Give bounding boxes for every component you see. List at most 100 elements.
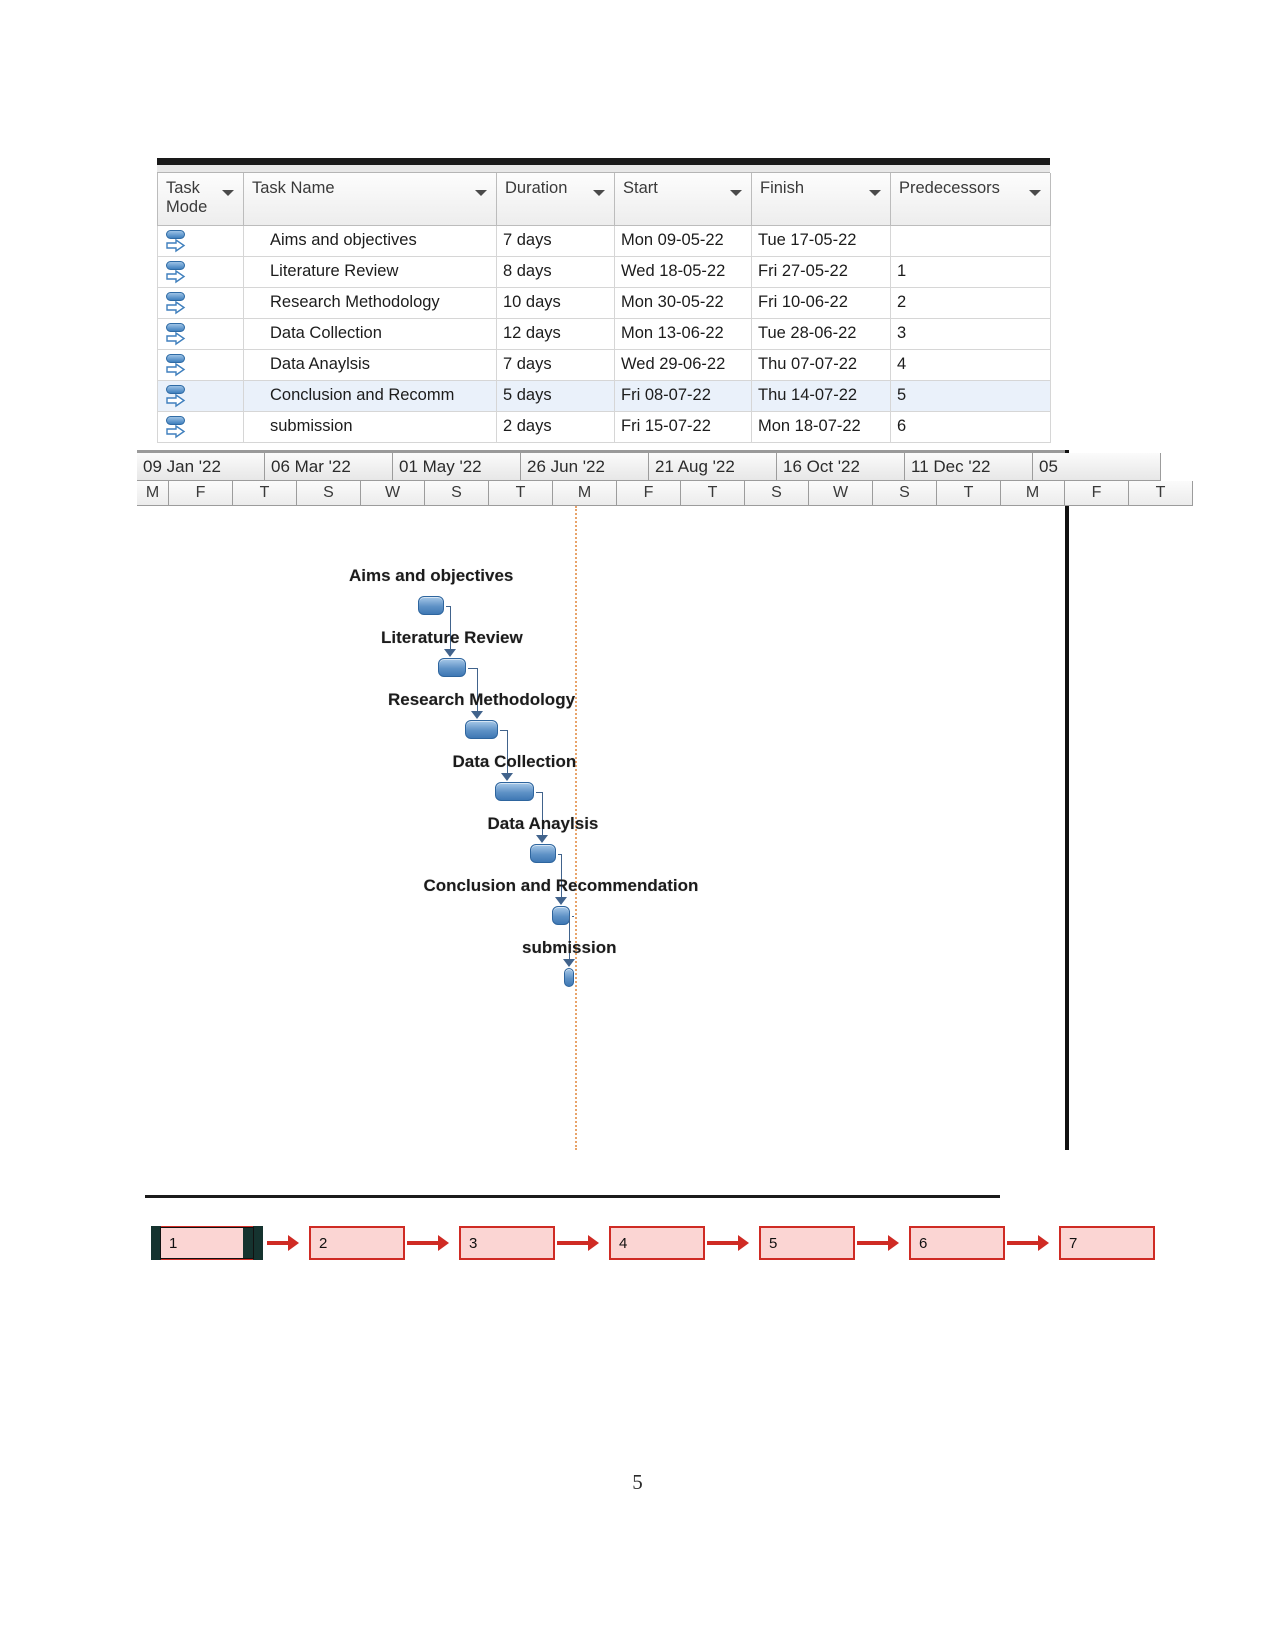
network-connector-arrow: [267, 1241, 288, 1245]
cell-finish[interactable]: Thu 14-07-22: [751, 380, 891, 412]
chevron-down-icon[interactable]: [475, 190, 487, 196]
column-header-duration[interactable]: Duration: [496, 173, 615, 226]
cell-predecessors[interactable]: [890, 225, 1051, 257]
gantt-bar[interactable]: [564, 968, 574, 987]
table-row[interactable]: submission 2 days Fri 15-07-22 Mon 18-07-22…: [157, 411, 1051, 443]
cell-task-name[interactable]: Literature Review: [243, 256, 497, 288]
cell-duration[interactable]: 7 days: [496, 225, 615, 257]
chevron-down-icon[interactable]: [222, 190, 234, 196]
table-row[interactable]: Data Collection 12 days Mon 13-06-22 Tue 28…: [157, 318, 1051, 350]
timeline-day-cell: T: [1129, 481, 1193, 506]
chevron-down-icon[interactable]: [593, 190, 605, 196]
task-mode-cell[interactable]: [157, 318, 244, 350]
network-node[interactable]: 7: [1059, 1226, 1155, 1260]
cell-start[interactable]: Wed 29-06-22: [614, 349, 752, 381]
cell-start[interactable]: Fri 15-07-22: [614, 411, 752, 443]
cell-finish[interactable]: Mon 18-07-22: [751, 411, 891, 443]
manually-scheduled-icon[interactable]: [164, 414, 194, 440]
column-header-task-name[interactable]: Task Name: [243, 173, 497, 226]
cell-finish[interactable]: Tue 28-06-22: [751, 318, 891, 350]
manually-scheduled-icon[interactable]: [164, 352, 194, 378]
task-mode-arrow: [166, 362, 186, 376]
cell-start[interactable]: Mon 13-06-22: [614, 318, 752, 350]
chevron-down-icon[interactable]: [1029, 190, 1041, 196]
timeline-day-cell: F: [1065, 481, 1129, 506]
cell-task-name[interactable]: Conclusion and Recomm: [243, 380, 497, 412]
cell-predecessors[interactable]: 2: [890, 287, 1051, 319]
cell-predecessors[interactable]: 1: [890, 256, 1051, 288]
network-node[interactable]: 6: [909, 1226, 1005, 1260]
task-mode-cell[interactable]: [157, 256, 244, 288]
cell-finish[interactable]: Tue 17-05-22: [751, 225, 891, 257]
network-node-label: 2: [319, 1234, 328, 1252]
cell-duration[interactable]: 12 days: [496, 318, 615, 350]
manually-scheduled-icon[interactable]: [164, 228, 194, 254]
cell-duration[interactable]: 2 days: [496, 411, 615, 443]
network-node[interactable]: 1: [151, 1226, 263, 1260]
gantt-bar[interactable]: [438, 658, 466, 677]
task-mode-arrow: [166, 393, 186, 407]
network-node[interactable]: 3: [459, 1226, 555, 1260]
manually-scheduled-icon[interactable]: [164, 259, 194, 285]
network-node[interactable]: 4: [609, 1226, 705, 1260]
cell-predecessors[interactable]: 5: [890, 380, 1051, 412]
cell-start[interactable]: Mon 09-05-22: [614, 225, 752, 257]
table-row[interactable]: Aims and objectives 7 days Mon 09-05-22 Tue…: [157, 225, 1051, 257]
task-mode-cell[interactable]: [157, 411, 244, 443]
selection-handle-right[interactable]: [253, 1226, 263, 1260]
gantt-bar[interactable]: [552, 906, 570, 925]
timeline-month-cell: 16 Oct '22: [777, 453, 905, 481]
column-header-task-mode[interactable]: Task Mode: [157, 173, 244, 226]
cell-task-name[interactable]: Data Collection: [243, 318, 497, 350]
network-connector-arrow: [857, 1241, 888, 1245]
cell-finish[interactable]: Fri 27-05-22: [751, 256, 891, 288]
column-header-start[interactable]: Start: [614, 173, 752, 226]
task-mode-cell[interactable]: [157, 380, 244, 412]
panel-top-border: [157, 158, 1050, 165]
cell-start[interactable]: Fri 08-07-22: [614, 380, 752, 412]
network-connector-arrow: [557, 1241, 588, 1245]
manually-scheduled-icon[interactable]: [164, 383, 194, 409]
column-header-finish[interactable]: Finish: [751, 173, 891, 226]
cell-finish[interactable]: Thu 07-07-22: [751, 349, 891, 381]
cell-duration[interactable]: 10 days: [496, 287, 615, 319]
cell-task-name[interactable]: Research Methodology: [243, 287, 497, 319]
task-mode-pill: [166, 415, 185, 425]
selection-outline: [160, 1227, 254, 1259]
chevron-down-icon[interactable]: [730, 190, 742, 196]
manually-scheduled-icon[interactable]: [164, 290, 194, 316]
timeline-month-cell: 21 Aug '22: [649, 453, 777, 481]
network-node[interactable]: 5: [759, 1226, 855, 1260]
network-node[interactable]: 2: [309, 1226, 405, 1260]
cell-predecessors[interactable]: 3: [890, 318, 1051, 350]
cell-duration[interactable]: 7 days: [496, 349, 615, 381]
table-row[interactable]: Research Methodology 10 days Mon 30-05-22 F…: [157, 287, 1051, 319]
cell-task-name[interactable]: Data Anaylsis: [243, 349, 497, 381]
task-mode-cell[interactable]: [157, 287, 244, 319]
cell-predecessors[interactable]: 4: [890, 349, 1051, 381]
gantt-bar[interactable]: [530, 844, 556, 863]
table-row[interactable]: Data Anaylsis 7 days Wed 29-06-22 Thu 07-07…: [157, 349, 1051, 381]
task-mode-cell[interactable]: [157, 225, 244, 257]
chevron-down-icon[interactable]: [869, 190, 881, 196]
network-node-label: 5: [769, 1234, 778, 1252]
cell-start[interactable]: Mon 30-05-22: [614, 287, 752, 319]
manually-scheduled-icon[interactable]: [164, 321, 194, 347]
table-row[interactable]: Literature Review 8 days Wed 18-05-22 Fri 2…: [157, 256, 1051, 288]
cell-start[interactable]: Wed 18-05-22: [614, 256, 752, 288]
timeline-day-cell: S: [873, 481, 937, 506]
task-mode-cell[interactable]: [157, 349, 244, 381]
cell-task-name[interactable]: Aims and objectives: [243, 225, 497, 257]
cell-duration[interactable]: 5 days: [496, 380, 615, 412]
column-header-predecessors[interactable]: Predecessors: [890, 173, 1051, 226]
cell-duration[interactable]: 8 days: [496, 256, 615, 288]
cell-task-name[interactable]: submission: [243, 411, 497, 443]
gantt-bar[interactable]: [495, 782, 534, 801]
timeline-month-cell: 09 Jan '22: [137, 453, 265, 481]
gantt-bar[interactable]: [418, 596, 444, 615]
gantt-bar[interactable]: [465, 720, 498, 739]
task-table-body: Aims and objectives 7 days Mon 09-05-22 Tue…: [157, 225, 1051, 443]
cell-predecessors[interactable]: 6: [890, 411, 1051, 443]
table-row[interactable]: Conclusion and Recomm 5 days Fri 08-07-22 T…: [157, 380, 1051, 412]
cell-finish[interactable]: Fri 10-06-22: [751, 287, 891, 319]
